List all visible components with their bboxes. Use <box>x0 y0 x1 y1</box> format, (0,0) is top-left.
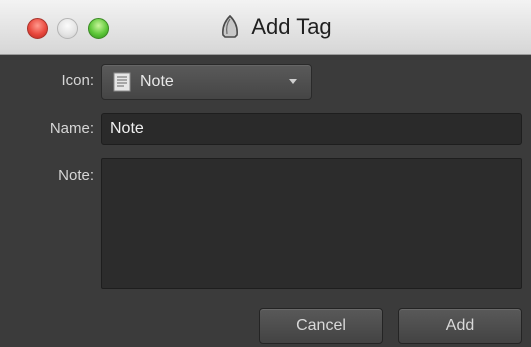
add-button[interactable]: Add <box>398 308 522 344</box>
note-textarea[interactable] <box>101 158 522 289</box>
icon-select[interactable]: Note <box>101 64 312 100</box>
note-icon <box>113 72 131 92</box>
window-title-group: Add Tag <box>0 0 531 54</box>
tag-icon <box>222 15 239 38</box>
icon-select-value: Note <box>140 73 174 90</box>
cancel-button[interactable]: Cancel <box>259 308 383 344</box>
title-bar[interactable]: Add Tag <box>0 0 531 55</box>
note-label: Note: <box>58 167 94 184</box>
name-label: Name: <box>49 120 94 137</box>
name-input[interactable]: Note <box>101 113 522 145</box>
icon-label: Icon: <box>61 72 94 89</box>
add-tag-dialog: Add Tag Icon: Note Name: Note Note: Canc… <box>0 0 531 347</box>
chevron-down-icon <box>289 79 297 84</box>
window-title: Add Tag <box>251 14 332 39</box>
